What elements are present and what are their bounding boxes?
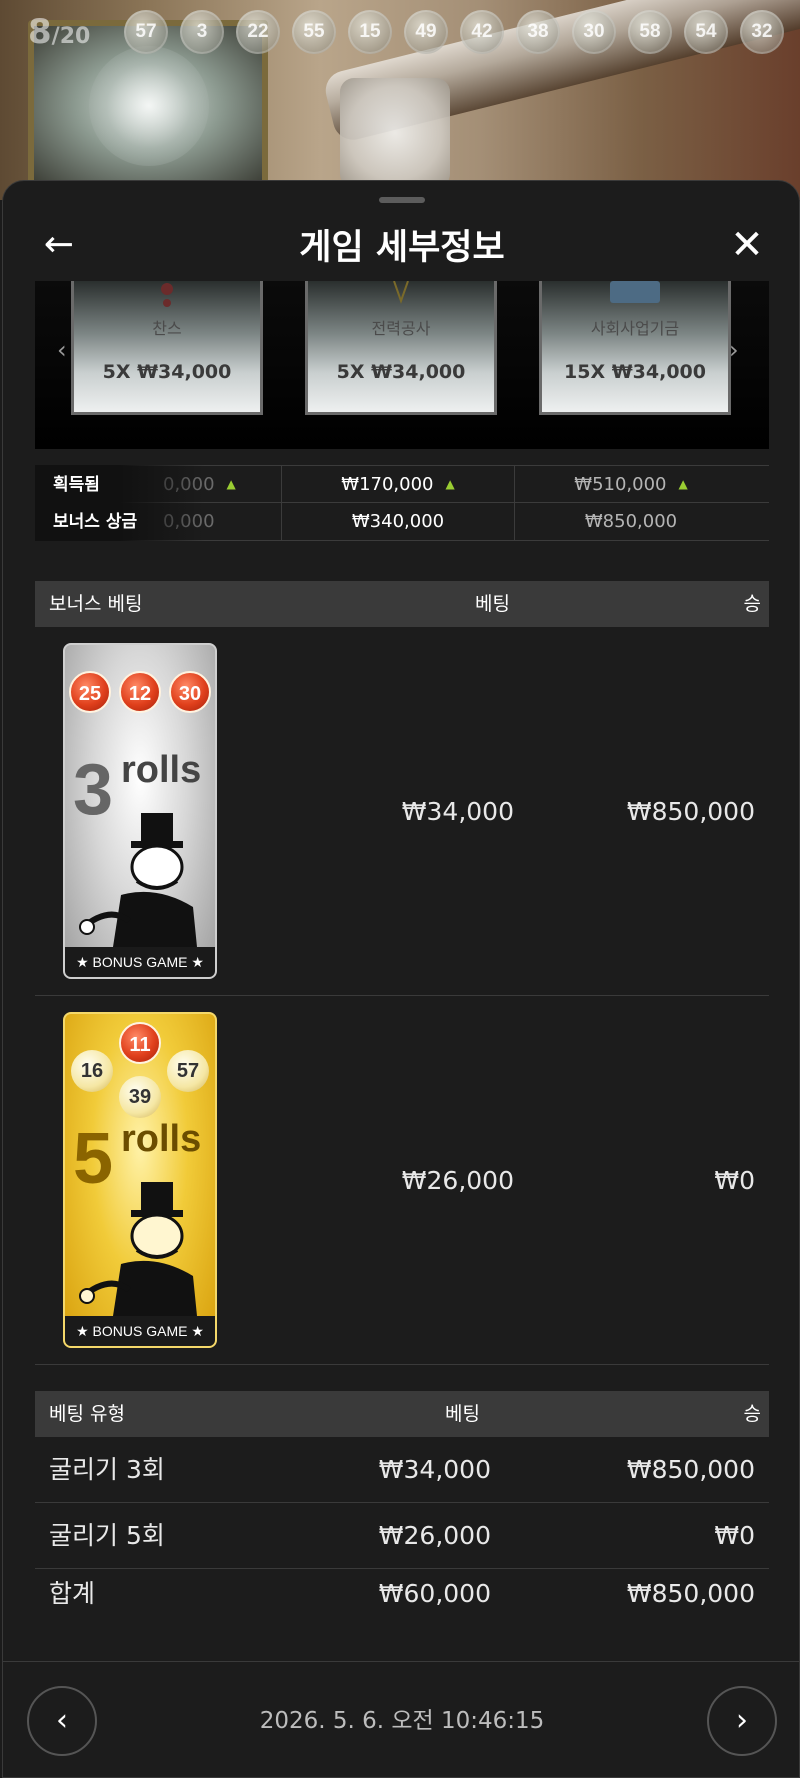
up-arrow-icon: ▲ bbox=[445, 477, 455, 491]
bonus-card-5-rolls: 11 16 57 39 5 rolls ★ BONUS GAME ★ bbox=[63, 1012, 217, 1348]
earned-label: 획득됨 bbox=[53, 475, 100, 495]
header-bet-type: 베팅 유형 bbox=[49, 1403, 125, 1425]
ball: 39 bbox=[119, 1076, 161, 1118]
header-bonus-bet: 보너스 베팅 bbox=[49, 593, 143, 615]
bonus-prize-label: 보너스 상금 bbox=[53, 512, 138, 532]
bonus-table-header: 보너스 베팅 베팅 승 bbox=[35, 581, 769, 627]
bonus-row: 25 12 30 3 rolls ★ BONUS GAME ★ ₩34,000 … bbox=[35, 627, 769, 996]
ball: 25 bbox=[69, 671, 111, 713]
drawn-ball: 3 bbox=[180, 10, 224, 54]
drawn-ball: 54 bbox=[684, 10, 728, 54]
bonus-bet-amount: ₩26,000 bbox=[401, 1166, 514, 1195]
total-row: 합계 ₩60,000 ₩850,000 bbox=[35, 1571, 769, 1617]
drawn-ball: 49 bbox=[404, 10, 448, 54]
drag-handle[interactable] bbox=[379, 197, 425, 203]
card-multiplier: 15X ₩34,000 bbox=[564, 361, 706, 383]
win-amount: ₩0 bbox=[714, 1521, 755, 1550]
drawn-ball: 55 bbox=[292, 10, 336, 54]
carousel-next-icon[interactable]: › bbox=[729, 336, 739, 364]
bet-type-table-header: 베팅 유형 베팅 승 bbox=[35, 1391, 769, 1437]
card-multiplier: 5X ₩34,000 bbox=[336, 361, 466, 383]
round-counter: 8/20 bbox=[28, 12, 91, 52]
close-icon[interactable]: ✕ bbox=[725, 223, 769, 267]
drawn-balls-strip: 8/20 57 3 22 55 15 49 42 38 30 58 54 32 bbox=[0, 10, 800, 54]
drawn-ball: 42 bbox=[460, 10, 504, 54]
rolls-word: rolls bbox=[121, 749, 202, 791]
header-bet: 베팅 bbox=[445, 1403, 480, 1425]
bet-type-row: 굴리기 3회 ₩34,000 ₩850,000 bbox=[35, 1437, 769, 1503]
bonus-game-label: ★ BONUS GAME ★ bbox=[65, 1316, 215, 1346]
property-card-chance: 찬스 5X ₩34,000 bbox=[71, 281, 263, 415]
card-name: 사회사업기금 bbox=[590, 319, 680, 338]
property-card-community-chest: 사회사업기금 15X ₩34,000 bbox=[539, 281, 731, 415]
drawn-ball: 32 bbox=[740, 10, 784, 54]
bonus-card-3-rolls: 25 12 30 3 rolls ★ BONUS GAME ★ bbox=[63, 643, 217, 979]
drawn-ball: 30 bbox=[572, 10, 616, 54]
property-carousel[interactable]: 찬스 5X ₩34,000 전력공사 5X ₩34,000 사회사업기금 15X… bbox=[35, 281, 769, 449]
drawn-ball: 22 bbox=[236, 10, 280, 54]
up-arrow-icon: ▲ bbox=[226, 477, 236, 491]
rolls-word: rolls bbox=[121, 1118, 202, 1160]
bonus-win-amount: ₩0 bbox=[714, 1166, 755, 1195]
ball: 11 bbox=[119, 1022, 161, 1064]
clamp-image bbox=[340, 78, 450, 188]
bet-amount: ₩26,000 bbox=[378, 1521, 491, 1550]
chevron-left-icon: ‹ bbox=[56, 1703, 68, 1738]
previous-round-button[interactable]: ‹ bbox=[27, 1686, 97, 1756]
up-arrow-icon: ▲ bbox=[678, 477, 688, 491]
bonus-row: 11 16 57 39 5 rolls ★ BONUS GAME ★ ₩26,0… bbox=[35, 996, 769, 1365]
ball: 12 bbox=[119, 671, 161, 713]
chevron-right-icon: › bbox=[736, 1703, 748, 1738]
drawn-ball: 57 bbox=[124, 10, 168, 54]
bonus-game-label: ★ BONUS GAME ★ bbox=[65, 947, 215, 977]
card-name: 전력공사 bbox=[371, 319, 431, 338]
bet-amount: ₩34,000 bbox=[378, 1455, 491, 1484]
bonus-prize-value: ₩850,000 bbox=[514, 503, 747, 541]
header-bet: 베팅 bbox=[475, 593, 510, 615]
card-name: 찬스 bbox=[152, 319, 182, 338]
bet-type: 굴리기 3회 bbox=[49, 1455, 165, 1484]
carousel-prev-icon[interactable]: ‹ bbox=[57, 336, 67, 364]
ball: 57 bbox=[167, 1050, 209, 1092]
bet-type: 굴리기 5회 bbox=[49, 1521, 165, 1550]
prize-summary: 획득됨 0,000▲ ₩170,000▲ ₩510,000▲ 보너스 상금 0,… bbox=[35, 465, 769, 541]
drawn-ball: 38 bbox=[516, 10, 560, 54]
bonus-prize-value: ₩340,000 bbox=[281, 503, 514, 541]
ball: 16 bbox=[71, 1050, 113, 1092]
header-win: 승 bbox=[743, 593, 761, 615]
chest-icon bbox=[610, 281, 660, 303]
bonus-bet-amount: ₩34,000 bbox=[401, 797, 514, 826]
bet-type-row: 굴리기 5회 ₩26,000 ₩0 bbox=[35, 1503, 769, 1569]
back-arrow-icon[interactable]: ← bbox=[37, 223, 81, 267]
question-mark-icon bbox=[161, 283, 173, 307]
header-win: 승 bbox=[743, 1403, 761, 1425]
total-label: 합계 bbox=[49, 1579, 96, 1608]
mascot-icon bbox=[79, 813, 197, 947]
mascot-icon bbox=[79, 1182, 197, 1316]
ball: 30 bbox=[169, 671, 211, 713]
earned-value: ₩510,000 ▲ bbox=[514, 466, 747, 504]
drawn-ball: 15 bbox=[348, 10, 392, 54]
win-amount: ₩850,000 bbox=[626, 1455, 755, 1484]
card-multiplier: 5X ₩34,000 bbox=[102, 361, 232, 383]
bonus-win-amount: ₩850,000 bbox=[626, 797, 755, 826]
total-bet: ₩60,000 bbox=[378, 1579, 491, 1608]
earned-value: ₩170,000 ▲ bbox=[281, 466, 514, 504]
total-win: ₩850,000 bbox=[626, 1579, 755, 1608]
next-round-button[interactable]: › bbox=[707, 1686, 777, 1756]
round-timestamp: 2026. 5. 6. 오전 10:46:15 bbox=[259, 1708, 545, 1734]
game-details-sheet: ← 게임 세부정보 ✕ 찬스 5X ₩34,000 전력공사 5X ₩34,00… bbox=[2, 180, 800, 1778]
history-footer: ‹ 2026. 5. 6. 오전 10:46:15 › bbox=[3, 1661, 799, 1777]
property-card-electric-company: 전력공사 5X ₩34,000 bbox=[305, 281, 497, 415]
drawn-ball: 58 bbox=[628, 10, 672, 54]
light-bulb-icon bbox=[393, 281, 409, 305]
page-title: 게임 세부정보 bbox=[299, 228, 505, 268]
